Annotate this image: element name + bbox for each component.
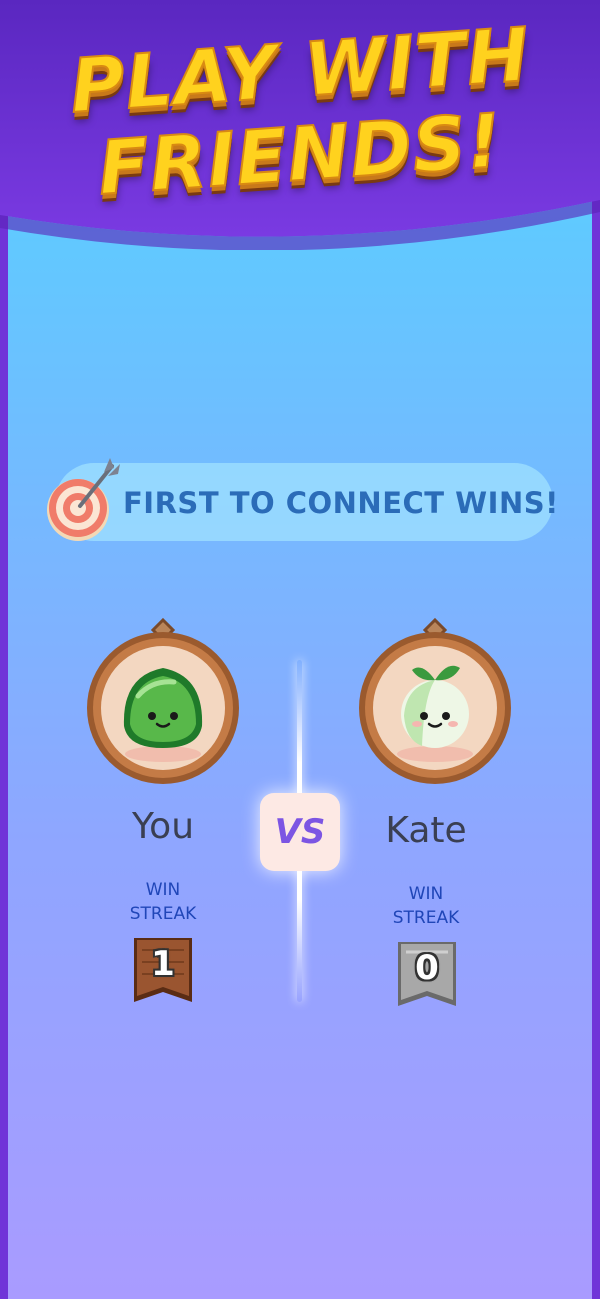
versus-label: VS	[274, 812, 326, 852]
player-you-name: You	[131, 806, 195, 847]
target-icon	[44, 452, 124, 542]
streak-label-line1: WIN	[408, 884, 444, 904]
player-kate-streak-badge: 0	[396, 940, 458, 1012]
player-kate-avatar[interactable]	[354, 616, 516, 796]
player-you-streak-badge: 1	[132, 936, 194, 1008]
player-kate-name: Kate	[385, 810, 467, 851]
streak-label-line2: STREAK	[392, 908, 460, 928]
player-you-streak-count: 1	[151, 944, 175, 984]
goal-text: FIRST TO CONNECT WINS!	[123, 486, 559, 520]
streak-label-line2: STREAK	[129, 904, 197, 924]
player-you-streak-label: WIN STREAK	[63, 878, 263, 926]
player-kate-streak-label: WIN STREAK	[326, 882, 526, 930]
player-you-avatar[interactable]	[82, 616, 244, 796]
player-kate-streak-count: 0	[415, 948, 439, 988]
streak-label-line1: WIN	[145, 880, 181, 900]
